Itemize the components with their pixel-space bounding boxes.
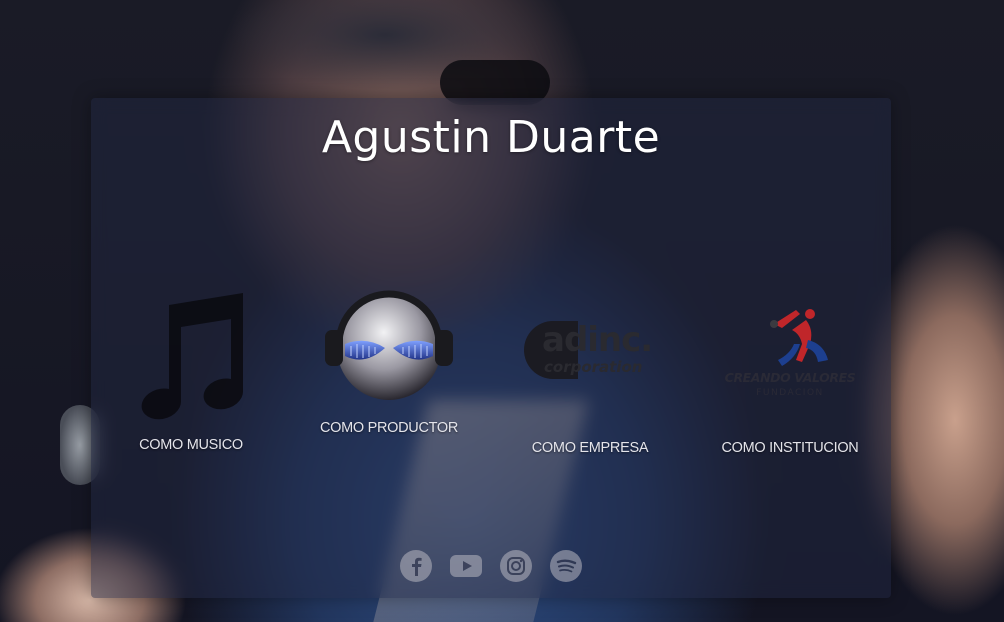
role-institucion-link[interactable]: CREANDO VALORES FUNDACION COMO INSTITUCI… [700,300,880,456]
fundacion-logo-text: CREANDO VALORES [724,370,856,385]
role-musico-link[interactable]: COMO MUSICO [101,283,281,453]
instagram-link[interactable] [500,550,532,587]
facebook-link[interactable] [400,550,432,587]
role-empresa-label: COMO EMPRESA [531,440,649,456]
social-links [91,550,891,587]
instagram-icon [500,550,532,582]
youtube-icon [450,555,482,577]
role-productor-label: COMO PRODUCTOR [319,420,459,436]
spotify-icon [550,550,582,582]
youtube-link[interactable] [450,550,482,587]
adinc-logo-text: adinc. [542,320,653,360]
facebook-icon [400,550,432,582]
music-note-icon [141,293,244,420]
adinc-logo: adinc. corporation [520,316,660,386]
dj-headphones-icon [325,290,453,400]
dancer-figure-icon [770,309,828,366]
role-musico-label: COMO MUSICO [139,437,243,453]
intro-card: Agustin Duarte COMO MUSICO COMO PRODUCTO… [91,98,891,598]
page-title: Agustin Duarte [321,112,661,163]
fundacion-logo-subtext: FUNDACION [756,388,824,398]
role-empresa-link[interactable]: adinc. corporation COMO EMPRESA [500,316,680,456]
role-productor-link[interactable]: COMO PRODUCTOR [299,286,479,436]
role-institucion-label: COMO INSTITUCION [721,440,859,456]
spotify-link[interactable] [550,550,582,587]
adinc-logo-subtext: corporation [544,358,643,376]
creando-valores-logo: CREANDO VALORES FUNDACION [710,300,870,408]
